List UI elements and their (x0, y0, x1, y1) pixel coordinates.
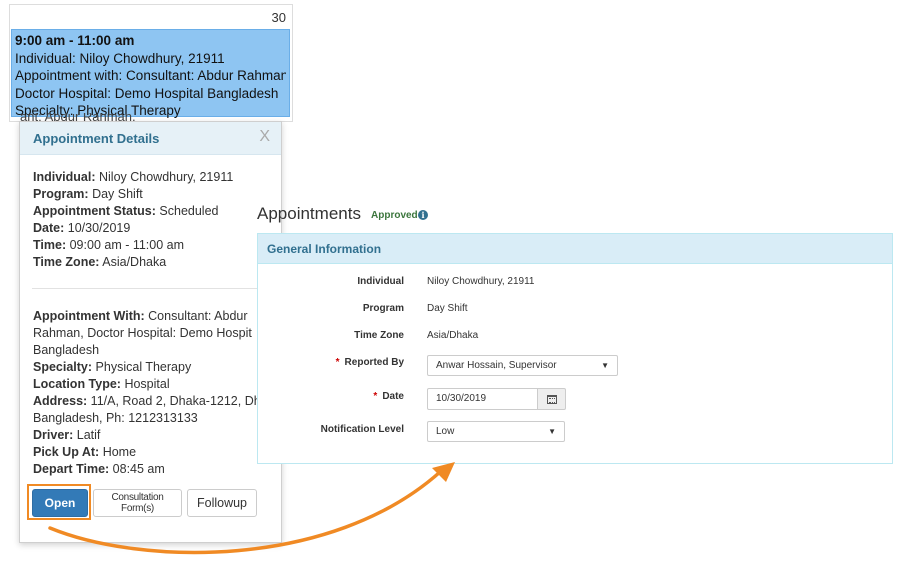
status-badge: Approved (371, 210, 418, 221)
popover-title: Appointment Details (33, 131, 160, 146)
field-date: * Date 10/30/2019 (258, 387, 894, 410)
calendar-icon (546, 394, 557, 404)
calendar-day-number: 30 (271, 10, 286, 25)
field-value: Day Shift (427, 303, 468, 314)
event-time: 9:00 am - 11:00 am (15, 33, 135, 48)
panel-header: General Information (258, 234, 892, 264)
detail-row: Date: 10/30/2019 (33, 221, 131, 235)
popover-header: Appointment Details X (20, 122, 281, 155)
event-line: Appointment with: Consultant: Abdur Rahm… (15, 68, 286, 83)
general-information-panel: General Information Individual Niloy Cho… (257, 233, 893, 464)
field-program: Program Day Shift (258, 299, 894, 319)
field-label: * Date (373, 391, 404, 402)
detail-row: Pick Up At: Home (33, 445, 137, 459)
field-notification-level: Notification Level Low ▼ (258, 420, 894, 442)
detail-row: Time Zone: Asia/Dhaka (33, 255, 167, 269)
info-icon[interactable]: i (418, 210, 428, 220)
detail-row: Driver: Latif (33, 428, 101, 442)
detail-row: Specialty: Physical Therapy (33, 360, 192, 374)
detail-row: Depart Time: 08:45 am (33, 462, 165, 476)
detail-row: Appointment With: Consultant: Abdur Rahm… (33, 309, 252, 357)
detail-row: Location Type: Hospital (33, 377, 170, 391)
detail-row: Program: Day Shift (33, 187, 143, 201)
close-icon[interactable]: X (259, 128, 270, 146)
notification-level-select[interactable]: Low ▼ (427, 421, 565, 442)
calendar-event[interactable]: 9:00 am - 11:00 am Individual: Niloy Cho… (11, 29, 290, 118)
caret-down-icon: ▼ (548, 427, 556, 436)
detail-row: Individual: Niloy Chowdhury, 21911 (33, 170, 234, 184)
event-line: Doctor Hospital: Demo Hospital Banglades… (15, 85, 279, 101)
required-marker: * (335, 357, 340, 368)
event-overflow-text: ant: Abdur Rahman, (20, 113, 136, 121)
divider (32, 288, 267, 289)
field-time-zone: Time Zone Asia/Dhaka (258, 326, 894, 346)
field-label: Time Zone (354, 330, 404, 341)
caret-down-icon: ▼ (601, 361, 609, 370)
open-button[interactable]: Open (32, 489, 88, 517)
field-reported-by: * Reported By Anwar Hossain, Supervisor ▼ (258, 353, 894, 376)
field-label: * Reported By (335, 357, 404, 368)
detail-row: Appointment Status: Scheduled (33, 204, 219, 218)
appointment-details-popover: Appointment Details X Individual: Niloy … (19, 121, 282, 543)
followup-button[interactable]: Followup (187, 489, 257, 517)
panel-title: General Information (267, 242, 382, 256)
appointment-location-details: Appointment With: Consultant: Abdur Rahm… (20, 308, 282, 478)
field-value: Asia/Dhaka (427, 330, 479, 341)
detail-row: Time: 09:00 am - 11:00 am (33, 238, 185, 252)
event-line: Individual: Niloy Chowdhury, 21911 (15, 50, 225, 66)
field-value: Niloy Chowdhury, 21911 (427, 276, 535, 287)
field-individual: Individual Niloy Chowdhury, 21911 (258, 272, 894, 292)
field-label: Notification Level (320, 424, 404, 435)
select-value: Low (436, 426, 455, 437)
field-label: Individual (357, 276, 404, 287)
page-title: Appointments (257, 204, 361, 223)
field-label: Program (362, 303, 404, 314)
detail-row: Address: 11/A, Road 2, Dhaka-1212, Dhaka… (33, 394, 282, 425)
date-input[interactable]: 10/30/2019 (427, 388, 538, 410)
required-marker: * (373, 391, 378, 402)
consultation-forms-button[interactable]: Consultation Form(s) (93, 489, 182, 517)
select-value: Anwar Hossain, Supervisor (436, 360, 557, 371)
appointment-summary: Individual: Niloy Chowdhury, 21911 Progr… (20, 169, 281, 271)
calendar-button[interactable] (538, 388, 566, 410)
calendar-day-cell[interactable]: 30 9:00 am - 11:00 am Individual: Niloy … (9, 4, 293, 122)
reported-by-select[interactable]: Anwar Hossain, Supervisor ▼ (427, 355, 618, 376)
